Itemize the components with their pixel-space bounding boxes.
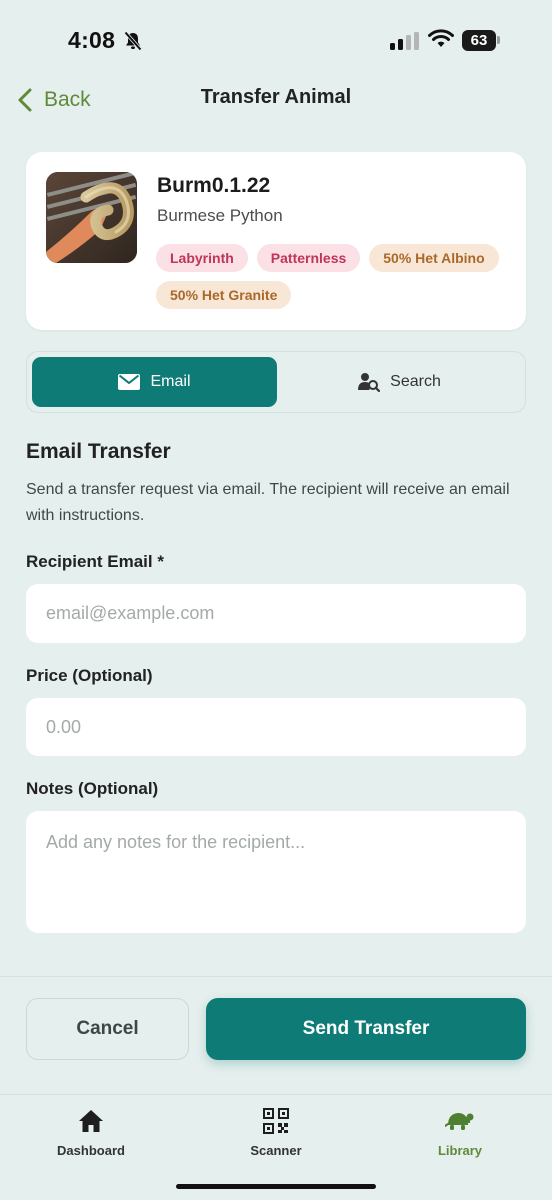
recipient-email-label: Recipient Email * [26,552,164,571]
section-title: Email Transfer [26,440,171,463]
recipient-email-field[interactable] [26,584,526,643]
animal-species: Burmese Python [157,206,283,225]
trait-tag: Labyrinth [156,244,248,272]
home-icon [79,1110,103,1132]
trait-tag: Patternless [256,244,361,272]
status-time: 4:08 [68,27,116,53]
status-bar: 4:08 63 [0,0,552,80]
notes-textarea[interactable] [26,811,526,933]
wifi-icon [428,29,454,47]
tab-label: Dashboard [57,1143,125,1158]
silent-bell-icon [124,31,142,51]
search-tab-label: Search [390,373,441,390]
email-tab-button[interactable]: Email [32,357,277,407]
tab-dashboard[interactable]: Dashboard [26,1107,156,1158]
section-description: Send a transfer request via email. The r… [26,481,510,524]
transfer-method-segment: Email Search [26,351,526,413]
trait-tag: 50% Het Albino [369,244,499,272]
notes-label: Notes (Optional) [26,779,159,798]
navigation-bar: Back Transfer Animal [0,78,552,122]
animal-name: Burm0.1.22 [157,174,271,197]
tab-label: Scanner [250,1143,302,1158]
price-label: Price (Optional) [26,666,153,685]
animal-card: Burm0.1.22 Burmese Python Labyrinth Patt… [26,152,526,330]
qr-code-icon [263,1108,289,1134]
email-tab-label: Email [150,373,191,390]
trait-tags: Labyrinth Patternless 50% Het Albino 50%… [156,244,516,309]
search-tab-button[interactable]: Search [277,357,522,407]
animal-photo [46,172,137,263]
divider [0,976,552,977]
battery-indicator: 63 [462,30,496,51]
tab-label: Library [437,1143,483,1158]
cancel-button[interactable]: Cancel [26,998,189,1060]
home-indicator [176,1184,376,1189]
trait-tag: 50% Het Granite [156,281,292,309]
cellular-signal-icon [390,32,420,50]
envelope-icon [118,374,141,390]
tab-scanner[interactable]: Scanner [211,1107,341,1158]
turtle-icon [445,1113,474,1130]
tab-library[interactable]: Library [395,1107,525,1158]
send-transfer-button[interactable]: Send Transfer [206,998,526,1060]
page-title: Transfer Animal [200,86,352,108]
user-search-icon [358,373,381,392]
battery-nub [497,36,500,44]
price-field[interactable] [26,698,526,756]
